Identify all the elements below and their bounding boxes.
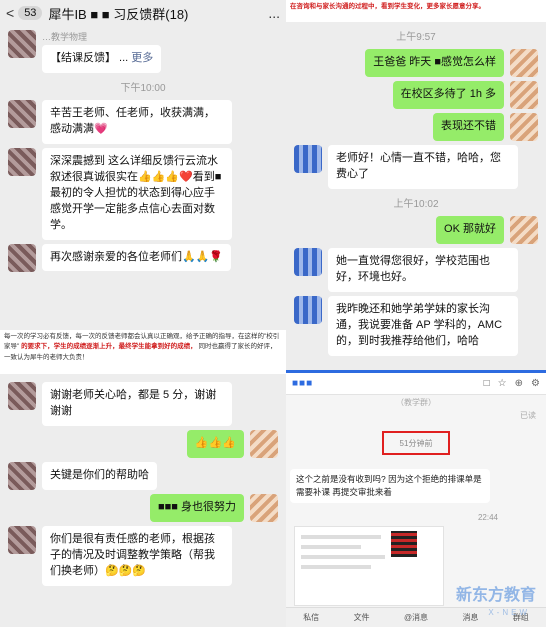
message-text: 【结课反馈】 ... [50,52,129,64]
message-row: …教学物理 【结课反馈】 ... 更多 [8,30,278,73]
message-bubble[interactable]: 老师好！心情一直不错，哈哈，您费心了 [328,145,518,189]
message-row-self: 表现还不错 [294,113,538,141]
message-row: 再次感谢亲爱的各位老师们🙏🙏🌹 [8,243,278,272]
avatar[interactable] [8,99,36,128]
avatar[interactable] [8,243,36,272]
add-icon[interactable]: ⊕ [515,378,523,389]
desktop-chat-panel: ■■■ □ ☆ ⊕ ⚙ （教学群） 已读 51分钟前 这个之前是没有收到吗? 因… [286,370,546,627]
message-bubble[interactable]: OK 那就好 [436,215,504,244]
avatar[interactable] [8,30,36,58]
bottom-item[interactable]: @消息 [404,612,428,623]
avatar[interactable] [250,493,278,522]
caption-banner: 在咨询和与家长沟通的过程中，看到学生变化，更多家长愿意分享。 [286,0,546,22]
avatar[interactable] [510,215,538,244]
message-bubble[interactable]: 王爸爸 昨天 ■感觉怎么样 [365,49,504,77]
message-bubble[interactable]: 她一直觉得您很好，学校范围也好，环境也好。 [328,247,518,292]
message-bubble[interactable]: 【结课反馈】 ... 更多 [42,45,162,73]
message-row: 关键是你们的帮助哈 [8,461,278,490]
bottom-item[interactable]: 私信 [303,612,319,623]
message-row-self: OK 那就好 [294,215,538,244]
message-row: 我昨晚还和她学弟学妹的家长沟通，我说要准备 AP 学科的，AMC 的，到时我推荐… [294,295,538,356]
avatar[interactable] [510,49,538,77]
avatar[interactable] [510,113,538,141]
message-bubble[interactable]: 你们是很有责任感的老师，根据孩子的情况及时调整教学策略（帮我们换老师）🤔🤔🤔 [42,525,232,586]
settings-icon[interactable]: ⚙ [531,378,540,389]
read-status: 已读 [520,411,536,420]
message-row: 深深震撼到 这么详细反馈行云流水叙述很真诚很实在👍👍👍❤️看到■ 最初的令人担忧… [8,147,278,240]
message-row: 谢谢老师关心哈，都是 5 分，谢谢谢谢 [8,382,278,426]
chat-panel-parent: 在咨询和与家长沟通的过程中，看到学生变化，更多家长愿意分享。 上午9:57 王爸… [286,0,546,370]
timestamp: 下午10:00 [120,82,166,94]
window-icon[interactable]: □ [484,378,490,389]
avatar[interactable] [294,295,322,324]
sender-nickname: …教学物理 [42,32,88,42]
message-bubble[interactable]: 谢谢老师关心哈，都是 5 分，谢谢谢谢 [42,382,232,426]
caption-banner: 每一次的学习必有反馈，每一次的反馈老师都会认真以正确观，给予正确的指导，在这样的… [0,330,286,374]
bottom-item[interactable]: 消息 [462,612,478,623]
message-row: 辛苦王老师、任老师，收获满满，感动满满💗 [8,99,278,144]
more-options-icon[interactable]: ... [268,5,280,21]
unread-badge: 53 [18,6,43,20]
message-row-self: ■■■ 身也很努力 [8,493,278,522]
chat-panel-group-feedback: < 53 犀牛IB ■ ■ 习反馈群(18) ... …教学物理 【结课反馈】 … [0,0,286,330]
message-row: 她一直觉得您很好，学校范围也好，环境也好。 [294,247,538,292]
avatar[interactable] [294,145,322,173]
message-bubble[interactable]: 在校区多待了 1h 多 [392,81,504,109]
chat-panel-feedback-2: 每一次的学习必有反馈，每一次的反馈老师都会认真以正确观，给予正确的指导，在这样的… [0,330,286,627]
message-row: 你们是很有责任感的老师，根据孩子的情况及时调整教学策略（帮我们换老师）🤔🤔🤔 [8,525,278,586]
message-bubble[interactable]: 关键是你们的帮助哈 [42,461,157,490]
back-icon[interactable]: < [6,5,14,21]
timestamp: 上午10:02 [393,198,439,210]
message-bubble[interactable]: 辛苦王老师、任老师，收获满满，感动满满💗 [42,99,232,144]
image-attachment[interactable] [294,525,444,606]
avatar[interactable] [510,81,538,109]
more-link[interactable]: 更多 [131,52,153,64]
watermark-logo: 新东方教育 [455,585,536,604]
message-bubble[interactable]: 再次感谢亲爱的各位老师们🙏🙏🌹 [42,243,232,272]
chat-title: 犀牛IB ■ ■ 习反馈群(18) [48,6,189,22]
message-bubble[interactable]: 我昨晚还和她学弟学妹的家长沟通，我说要准备 AP 学科的，AMC 的，到时我推荐… [328,295,518,356]
message-bubble[interactable]: 表现还不错 [433,113,504,141]
bottom-item[interactable]: 文件 [354,612,370,623]
message-row-self: 在校区多待了 1h 多 [294,81,538,109]
avatar[interactable] [8,461,36,490]
message-bubble[interactable]: ■■■ 身也很努力 [150,493,244,522]
avatar[interactable] [8,382,36,410]
star-icon[interactable]: ☆ [498,378,507,389]
group-label: （教学群） [396,398,436,407]
timestamp: 上午9:57 [396,32,436,43]
watermark-sub: X-NEW [488,608,530,617]
message-bubble[interactable]: 深深震撼到 这么详细反馈行云流水叙述很真诚很实在👍👍👍❤️看到■ 最初的令人担忧… [42,147,232,240]
avatar[interactable] [8,147,36,176]
message-row-self: 王爸爸 昨天 ■感觉怎么样 [294,49,538,77]
avatar[interactable] [250,429,278,458]
toolbar: ■■■ □ ☆ ⊕ ⚙ [286,373,546,395]
message-bubble[interactable]: 这个之前是没有收到吗? 因为这个拒绝的排课单是需要补课 再提交审批来着 [290,469,490,503]
toolbar-tabs[interactable]: ■■■ [292,378,313,389]
message-bubble[interactable]: 👍👍👍 [186,429,244,458]
avatar[interactable] [8,525,36,554]
timestamp: 22:44 [477,512,498,522]
message-row-self: 👍👍👍 [8,429,278,458]
chat-header: < 53 犀牛IB ■ ■ 习反馈群(18) ... [0,0,286,26]
duration-highlight: 51分钟前 [382,431,450,455]
avatar[interactable] [294,247,322,276]
message-row: 老师好！心情一直不错，哈哈，您费心了 [294,145,538,189]
